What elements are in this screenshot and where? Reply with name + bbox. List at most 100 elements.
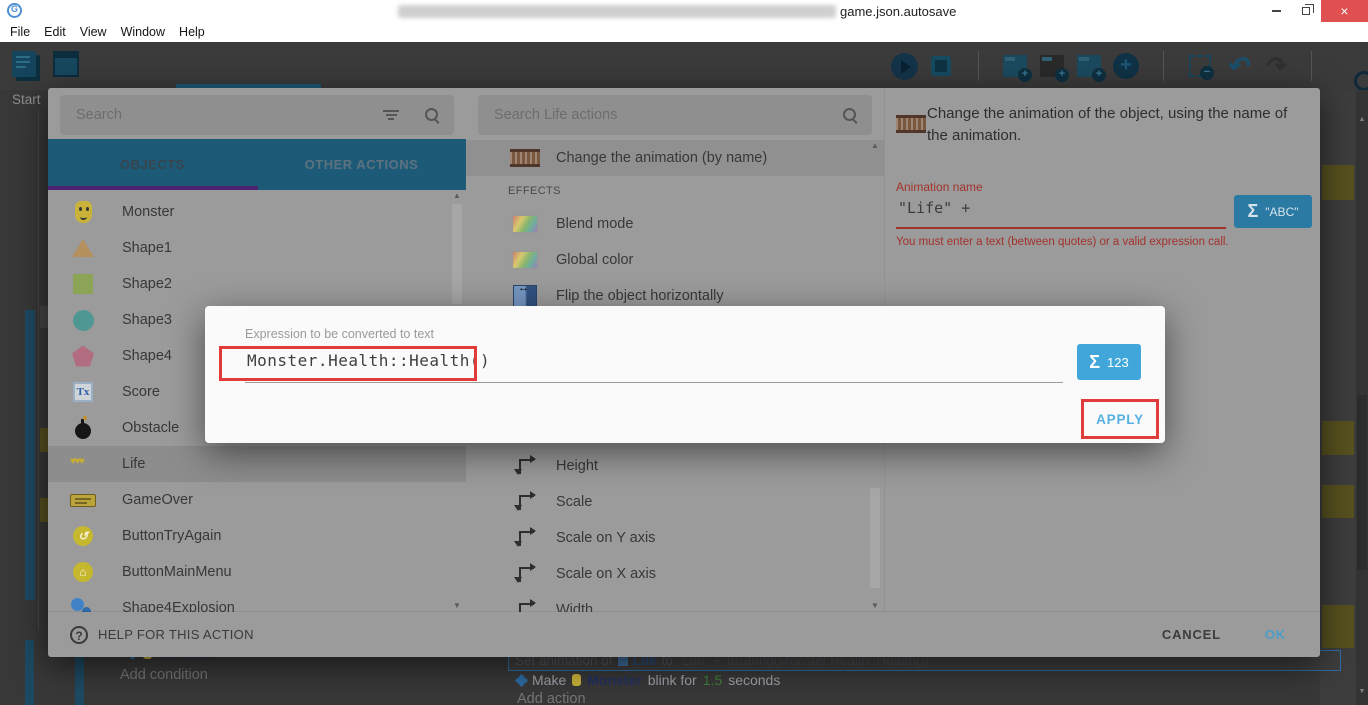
scroll-down-icon[interactable]: ▼	[1356, 688, 1368, 695]
add-action-link[interactable]: Add action	[517, 691, 586, 705]
events-right-column	[1320, 90, 1356, 705]
scrollbar-thumb[interactable]	[870, 488, 880, 588]
object-icon-cell	[70, 590, 96, 612]
add-subevent-button[interactable]	[1036, 49, 1068, 83]
animation-action-icon	[896, 115, 926, 133]
menu-item[interactable]: File	[6, 23, 40, 41]
action-row[interactable]: EFFECTS	[466, 176, 884, 206]
events-scrollbar[interactable]: ▲ ▼	[1356, 90, 1368, 705]
comment-row-sliver	[40, 498, 48, 522]
delete-event-button[interactable]	[1184, 49, 1216, 83]
close-button[interactable]: ×	[1321, 0, 1368, 22]
object-row[interactable]: Shape2	[48, 266, 466, 302]
expression-editor-modal: Expression to be converted to text Σ 123…	[205, 306, 1165, 443]
object-label: Shape2	[122, 276, 172, 292]
action-row[interactable]: Scale	[466, 484, 884, 520]
event-action-text: seconds	[728, 672, 780, 688]
redo-button[interactable]	[1258, 49, 1290, 83]
number-expression-button[interactable]: Σ 123	[1077, 344, 1141, 380]
object-label: Obstacle	[122, 420, 179, 436]
menu-item[interactable]: View	[76, 23, 117, 41]
object-tabs: OBJECTSOTHER ACTIONS	[48, 139, 466, 190]
add-comment-button[interactable]	[1073, 49, 1105, 83]
search-icon	[843, 108, 858, 123]
object-label: Shape4	[122, 348, 172, 364]
object-icon	[75, 201, 92, 223]
scene-tab-label[interactable]: Start	[12, 92, 41, 107]
scrollbar-thumb[interactable]	[452, 204, 462, 304]
object-row[interactable]: Shape1	[48, 230, 466, 266]
action-row[interactable]: Change the animation (by name)	[466, 140, 884, 176]
object-tab[interactable]: OTHER ACTIONS	[257, 139, 466, 190]
expression-input[interactable]	[245, 350, 945, 371]
action-row[interactable]: Global color	[466, 242, 884, 278]
cancel-button[interactable]: CANCEL	[1162, 627, 1221, 642]
ok-button[interactable]: OK	[1265, 627, 1286, 642]
object-tab[interactable]: OBJECTS	[48, 139, 257, 190]
add-button[interactable]	[1110, 49, 1142, 83]
scroll-up-icon[interactable]: ▲	[450, 190, 464, 202]
comment-row-sliver	[1322, 421, 1354, 455]
filter-icon[interactable]	[383, 109, 399, 121]
sigma-icon: Σ	[1089, 352, 1100, 373]
scroll-down-icon[interactable]: ▼	[868, 600, 882, 612]
action-icon	[519, 495, 534, 510]
preview-play-button[interactable]	[888, 49, 920, 83]
action-label: Scale	[556, 494, 592, 510]
scroll-up-icon[interactable]: ▲	[1356, 116, 1368, 123]
objects-search-box[interactable]	[60, 95, 454, 135]
action-icon	[519, 459, 534, 474]
event-action-text: blink for	[648, 672, 697, 688]
event-action-row[interactable]: Make Monster blink for 1.5 seconds	[517, 672, 780, 688]
event-action-text: Make	[532, 672, 566, 688]
action-icon	[519, 531, 534, 546]
object-label: Monster	[122, 204, 174, 220]
add-condition-link[interactable]: Add condition	[120, 667, 208, 683]
objects-search-input[interactable]	[74, 106, 383, 124]
object-row[interactable]: ButtonTryAgain	[48, 518, 466, 554]
object-row[interactable]: ButtonMainMenu	[48, 554, 466, 590]
object-icon-cell	[70, 338, 96, 374]
undo-button[interactable]	[1221, 49, 1253, 83]
toolbar-separator[interactable]	[1147, 49, 1179, 83]
object-icon-cell	[70, 446, 96, 482]
string-expression-button[interactable]: Σ "ABC"	[1234, 195, 1312, 228]
add-event-button[interactable]	[999, 49, 1031, 83]
project-manager-button[interactable]	[8, 47, 40, 81]
minimize-button[interactable]	[1261, 0, 1291, 22]
menu-item[interactable]: Edit	[40, 23, 76, 41]
animation-name-input[interactable]	[896, 198, 1226, 218]
help-icon: ?	[70, 626, 88, 644]
object-row[interactable]: Shape4Explosion	[48, 590, 466, 612]
toolbar-separator[interactable]	[962, 49, 994, 83]
object-row[interactable]: Monster	[48, 194, 466, 230]
action-row[interactable]: Width	[466, 592, 884, 612]
action-icon	[519, 603, 534, 613]
scroll-up-icon[interactable]: ▲	[868, 140, 882, 152]
event-row-sliver	[40, 306, 48, 328]
toolbar-separator[interactable]	[1295, 49, 1327, 83]
scene-editor-button[interactable]	[50, 47, 82, 81]
action-row[interactable]: Blend mode	[466, 206, 884, 242]
apply-button[interactable]: APPLY	[1081, 399, 1159, 439]
menu-item[interactable]: Help	[175, 23, 215, 41]
actions-search-input[interactable]	[492, 106, 843, 124]
object-icon	[73, 382, 93, 402]
menu-item[interactable]: Window	[117, 23, 175, 41]
action-row[interactable]: Scale on X axis	[466, 556, 884, 592]
scroll-down-icon[interactable]: ▼	[450, 600, 464, 612]
debugger-button[interactable]	[925, 49, 957, 83]
object-row[interactable]: GameOver	[48, 482, 466, 518]
dialog-buttons: CANCEL OK	[1162, 627, 1320, 642]
field-error-text: You must enter a text (between quotes) o…	[896, 235, 1241, 249]
action-row[interactable]: Scale on Y axis	[466, 520, 884, 556]
actions-search-box[interactable]	[478, 95, 872, 135]
help-link[interactable]: ? HELP FOR THIS ACTION	[70, 626, 254, 644]
restore-button[interactable]	[1291, 0, 1321, 22]
action-row[interactable]: Height	[466, 448, 884, 484]
window-title: game.json.autosave	[840, 4, 956, 19]
object-icon-cell	[70, 374, 96, 410]
search-in-events-button[interactable]	[1332, 49, 1364, 83]
scrollbar-thumb[interactable]	[1357, 395, 1367, 570]
object-row[interactable]: Life	[48, 446, 466, 482]
